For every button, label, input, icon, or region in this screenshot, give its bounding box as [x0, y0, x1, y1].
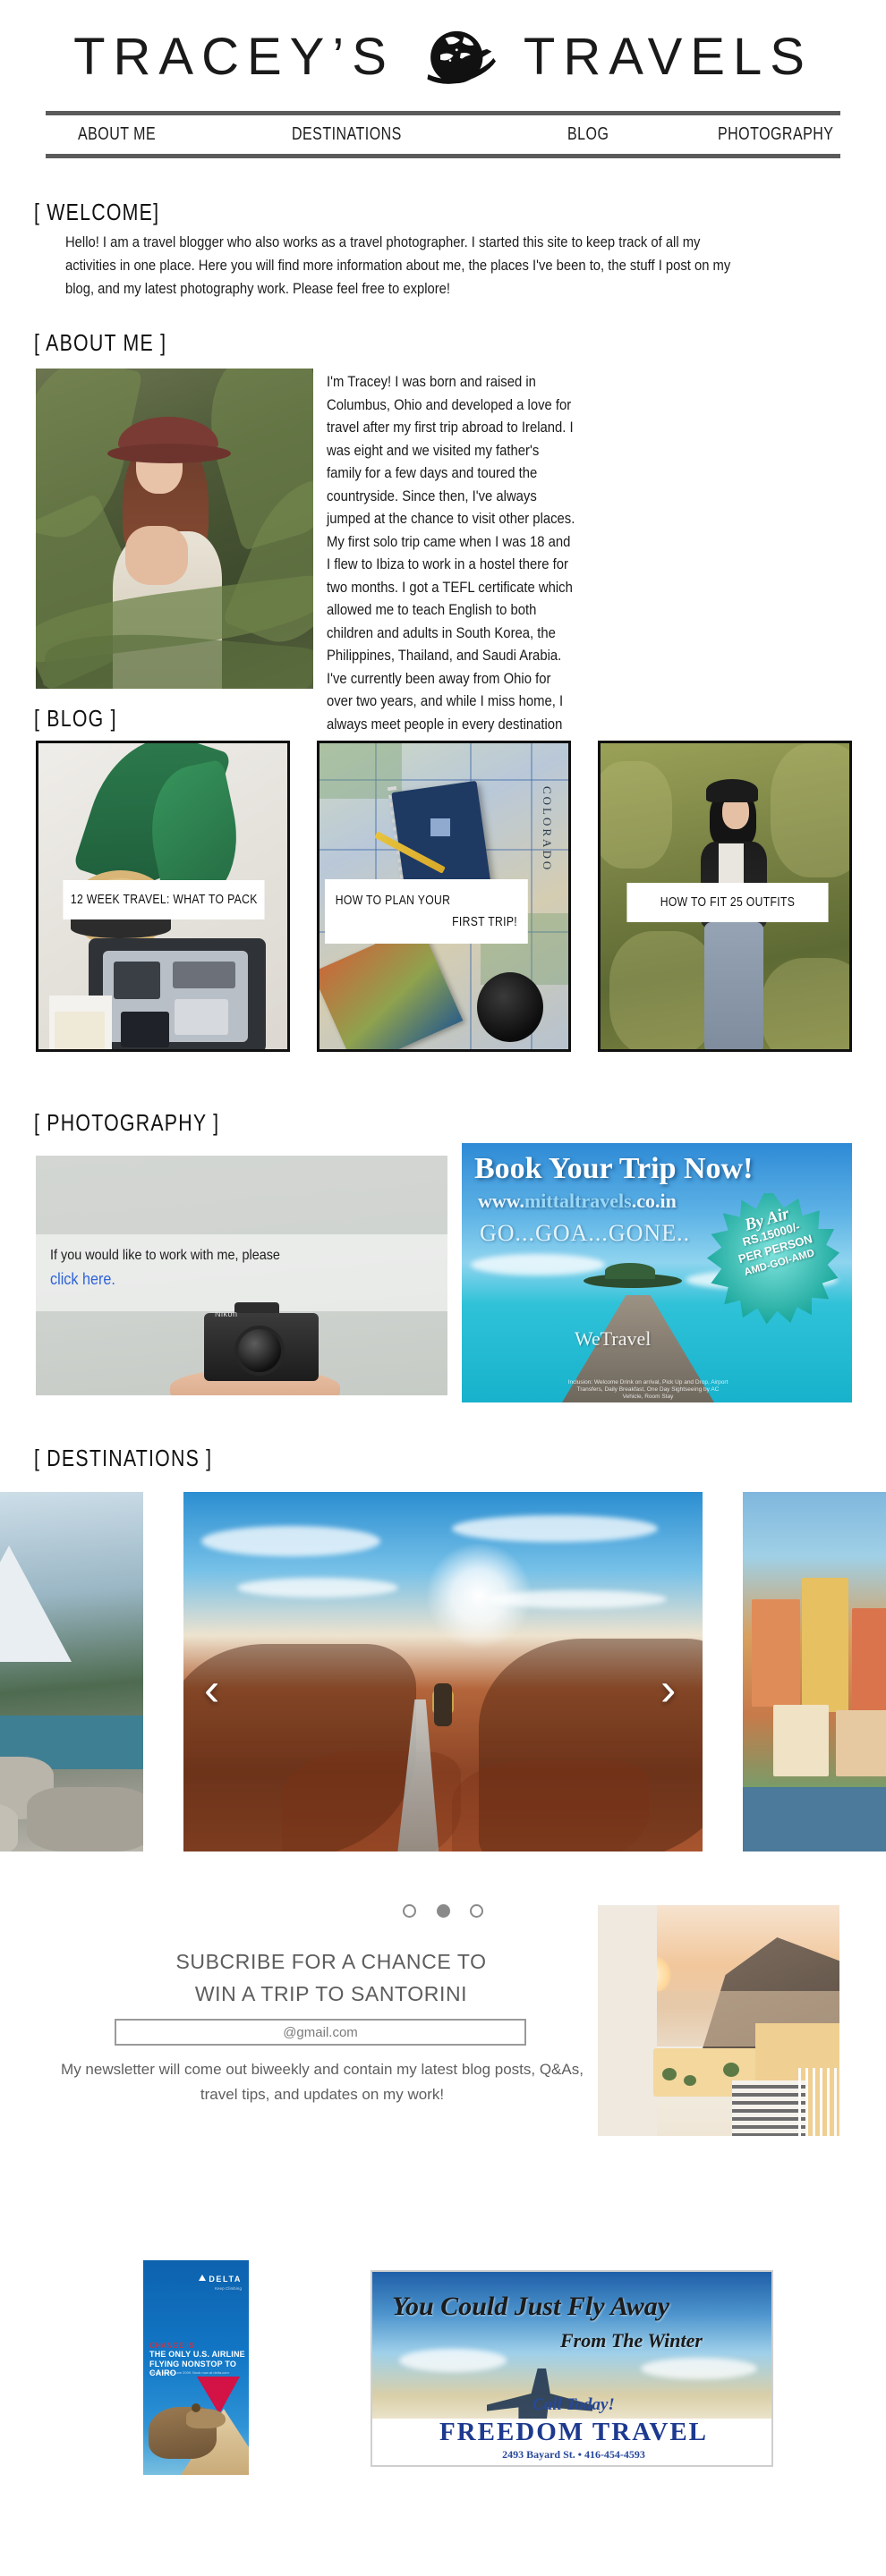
blog-card-title-line1: HOW TO PLAN YOUR — [335, 894, 451, 908]
camel-head-shape — [186, 2409, 226, 2428]
globe-airplane-icon — [427, 30, 496, 84]
delta-brand-sub: Keep Climbing — [215, 2286, 242, 2291]
freedom-address: 2493 Bayard St. • 416-454-4593 — [502, 2448, 645, 2461]
site-header: TRACEY’S TRAVELS — [0, 0, 886, 106]
blog-heading: [ BLOG ] — [34, 705, 117, 732]
ad-url-prefix: www. — [478, 1190, 524, 1212]
ad-tagline: GO...GOA...GONE.. — [480, 1220, 691, 1246]
cta-text-line: If you would like to work with me, pleas… — [50, 1248, 280, 1263]
blog-card-row: 12 WEEK TRAVEL: WHAT TO PACK COLORADO HO… — [36, 741, 852, 1052]
destinations-heading: [ DESTINATIONS ] — [34, 1445, 213, 1471]
freedom-travel-ad[interactable]: You Could Just Fly Away From The Winter … — [371, 2270, 773, 2467]
blog-card-title: 12 WEEK TRAVEL: WHAT TO PACK — [63, 880, 265, 919]
santorini-image — [598, 1905, 839, 2136]
camera-lens-icon — [234, 1326, 285, 1376]
cta-text: If you would like to work with me, pleas… — [50, 1243, 388, 1292]
nav-item-destinations[interactable]: DESTINATIONS — [292, 124, 402, 145]
delta-eyebrow: CHANGE IS — [149, 2341, 194, 2350]
subscribe-note: My newsletter will come out biweekly and… — [61, 2061, 584, 2103]
ad-title: Book Your Trip Now! — [474, 1152, 754, 1185]
about-portrait-image — [36, 369, 313, 689]
main-nav: ABOUT ME DESTINATIONS BLOG PHOTOGRAPHY — [46, 111, 840, 158]
freedom-call-text: Call Today! — [532, 2395, 615, 2414]
delta-line-1: THE ONLY U.S. AIRLINE — [149, 2350, 245, 2359]
delta-brand-text: DELTA — [209, 2275, 242, 2284]
carousel-dot-1[interactable] — [403, 1904, 417, 1919]
destinations-carousel: ‹ › — [0, 1492, 886, 1852]
brand-text-left: TRACEY’S — [73, 28, 395, 86]
ad-url: www.mittaltravels.co.in — [478, 1190, 677, 1213]
blog-card-title: HOW TO PLAN YOUR FIRST TRIP! — [325, 879, 528, 944]
carousel-prev-arrow[interactable]: ‹ — [204, 1666, 219, 1713]
blog-card-title: HOW TO FIT 25 OUTFITS — [626, 883, 829, 922]
carousel-dot-2[interactable] — [436, 1904, 450, 1919]
freedom-headline-1: You Could Just Fly Away — [392, 2292, 670, 2321]
about-paragraph: I'm Tracey! I was born and raised in Col… — [327, 374, 575, 755]
subscribe-title: SUBCRIBE FOR A CHANCE TO WIN A TRIP TO S… — [54, 1945, 609, 2010]
nav-rule-bottom — [46, 154, 840, 158]
blog-card-plan[interactable]: COLORADO HOW TO PLAN YOUR FIRST TRIP! — [317, 741, 571, 1052]
about-heading: [ ABOUT ME ] — [34, 329, 167, 356]
ad-fineprint: Inclusion: Welcome Drink on arrival, Pic… — [567, 1379, 728, 1400]
blog-card-title-line2: FIRST TRIP! — [452, 915, 518, 929]
map-label-colorado: COLORADO — [541, 786, 554, 873]
carousel-slide-prev[interactable] — [0, 1492, 143, 1852]
delta-triangle-icon — [199, 2275, 207, 2281]
camera-brand-text: Nikon — [215, 1309, 238, 1318]
subscribe-title-line1: SUBCRIBE FOR A CHANCE TO — [175, 1950, 487, 1973]
blog-card-outfits[interactable]: HOW TO FIT 25 OUTFITS — [598, 741, 852, 1052]
blog-card-pack[interactable]: 12 WEEK TRAVEL: WHAT TO PACK — [36, 741, 290, 1052]
delta-fineprint: Service begins June 2009. Book now at de… — [149, 2370, 229, 2375]
ad-watermark: WeTravel — [575, 1327, 652, 1350]
book-trip-ad[interactable]: WeTravel Inclusion: Welcome Drink on arr… — [462, 1143, 852, 1402]
camel-ear-shape — [192, 2403, 200, 2412]
nav-item-about-me[interactable]: ABOUT ME — [78, 124, 156, 145]
freedom-brand-name: FREEDOM TRAVEL — [439, 2418, 709, 2446]
subscribe-title-line2: WIN A TRIP TO SANTORINI — [194, 1982, 468, 2005]
cta-click-here-link[interactable]: click here. — [50, 1267, 388, 1292]
carousel-slide-next[interactable] — [743, 1492, 886, 1852]
carousel-slide-active[interactable] — [183, 1492, 703, 1852]
delta-ad[interactable]: DELTA Keep Climbing CHANGE IS THE ONLY U… — [143, 2260, 249, 2475]
delta-line-2: FLYING NONSTOP TO CAIRO — [149, 2360, 237, 2377]
welcome-paragraph: Hello! I am a travel blogger who also wo… — [65, 233, 731, 297]
welcome-heading: [ WELCOME] — [34, 199, 160, 225]
photography-heading: [ PHOTOGRAPHY ] — [34, 1109, 220, 1136]
nav-item-blog[interactable]: BLOG — [567, 124, 609, 145]
subscribe-email-input[interactable] — [115, 2019, 526, 2046]
freedom-headline-2: From The Winter — [560, 2329, 703, 2351]
page-root: TRACEY’S TRAVELS ABOUT ME DESTINATIONS B… — [0, 0, 886, 2576]
brand-text-right: TRAVELS — [523, 28, 813, 86]
photography-cta-card[interactable]: If you would like to work with me, pleas… — [36, 1156, 447, 1395]
ad-url-suffix: .co.in — [631, 1190, 677, 1212]
nav-item-photography[interactable]: PHOTOGRAPHY — [718, 124, 833, 145]
ad-url-highlight: mittaltravels — [524, 1190, 632, 1212]
carousel-dot-3[interactable] — [469, 1904, 483, 1919]
delta-logo: DELTA — [199, 2275, 242, 2284]
carousel-next-arrow[interactable]: › — [660, 1666, 676, 1713]
